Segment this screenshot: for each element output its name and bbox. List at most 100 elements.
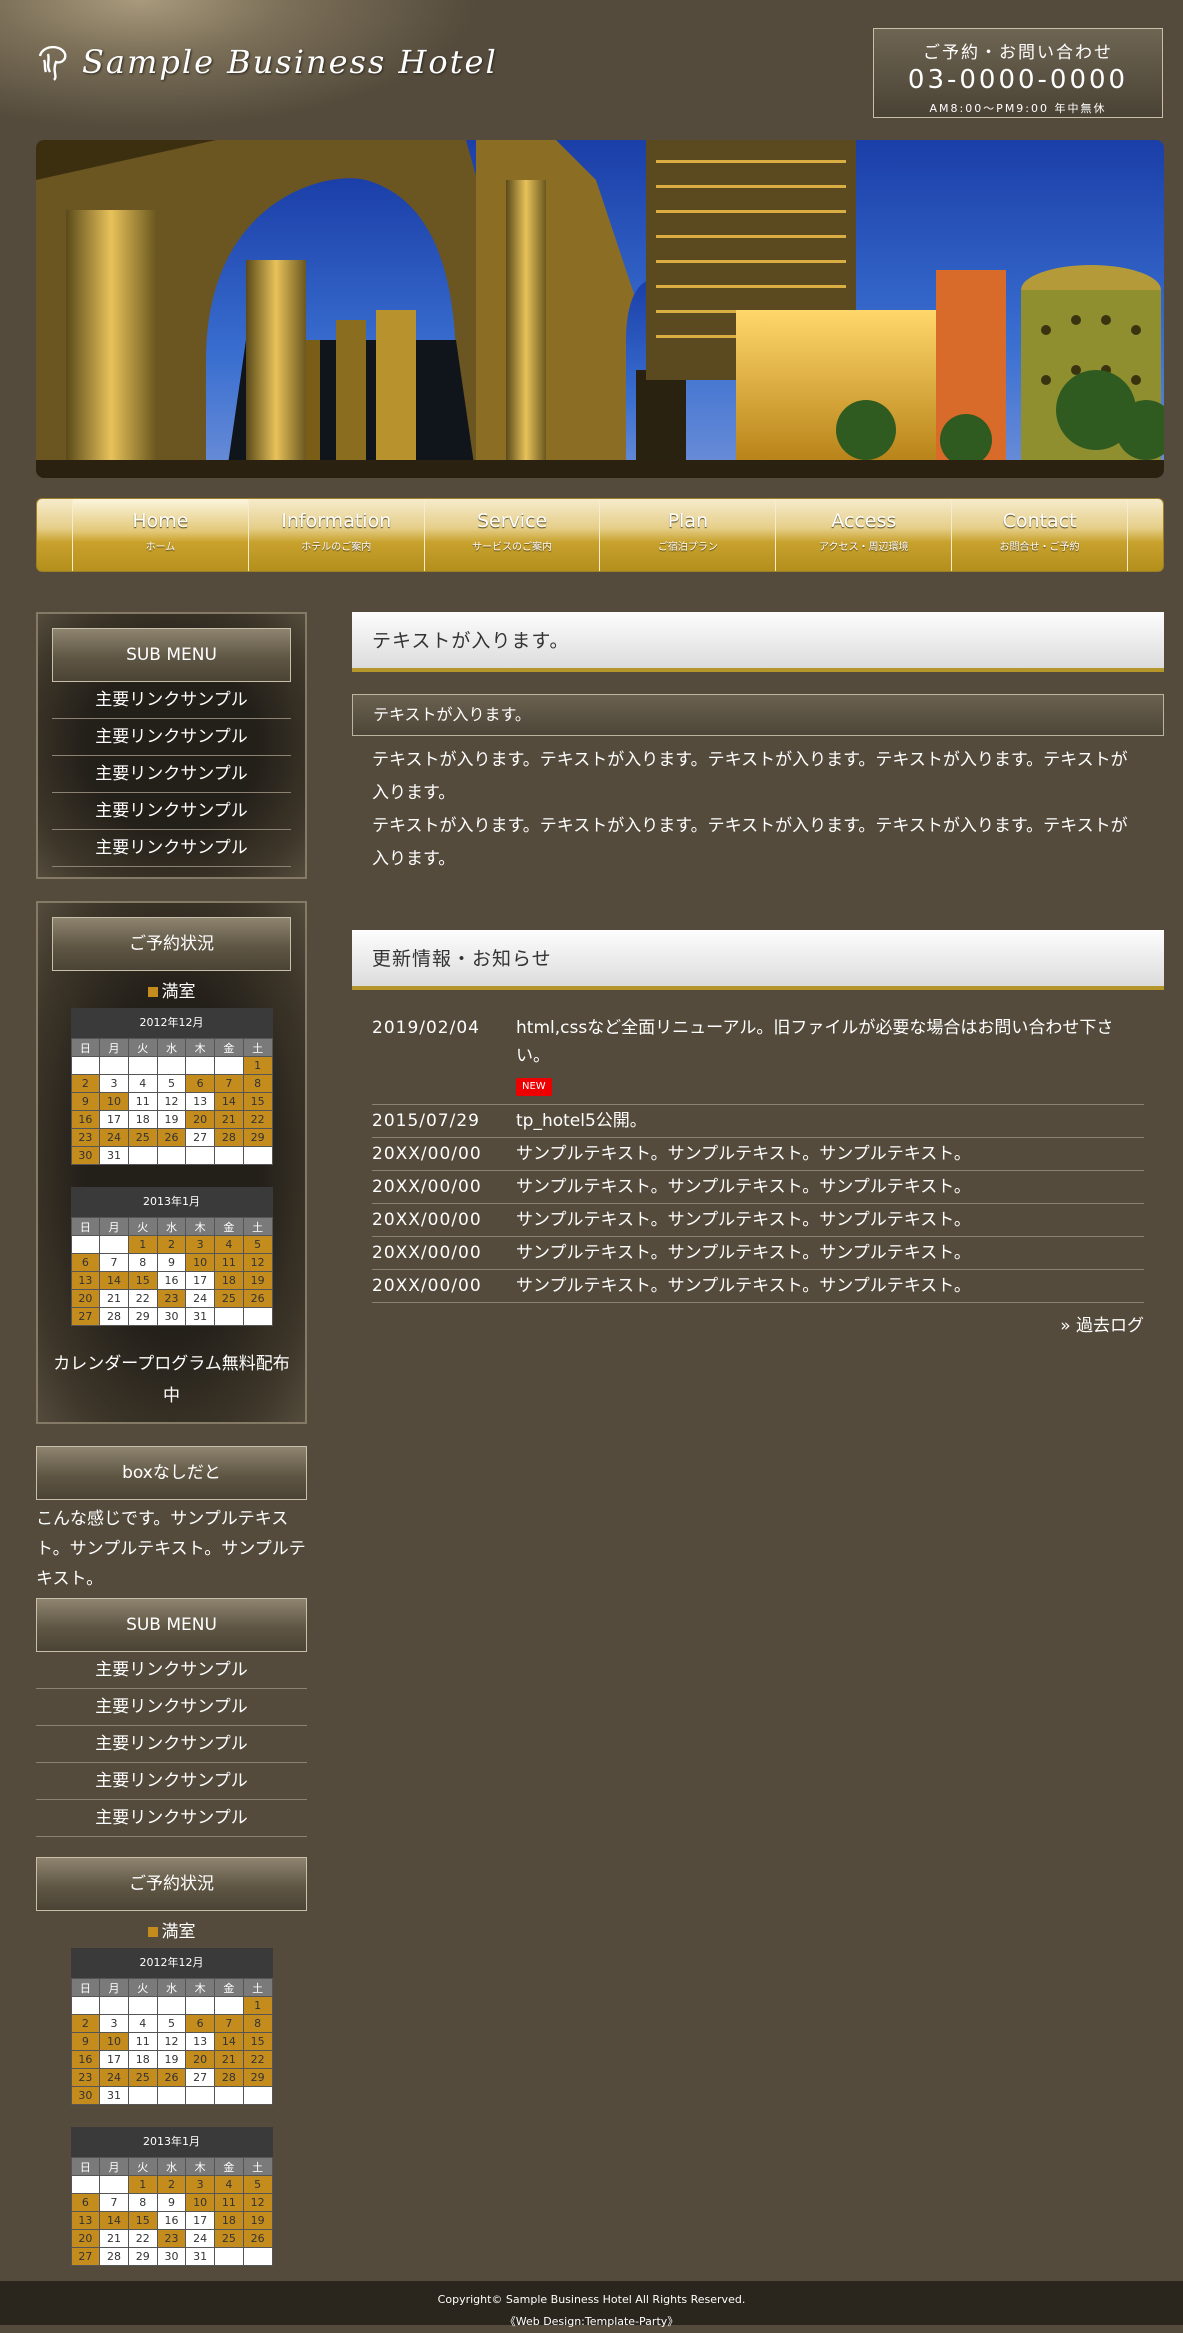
news-list: 2019/02/04 html,cssなど全面リニューアル。旧ファイルが必要な場…	[352, 990, 1164, 1303]
calendar-day: 13	[70, 1271, 101, 1290]
submenu-item[interactable]: 主要リンクサンプル	[52, 756, 291, 793]
submenu-list-2: 主要リンクサンプル 主要リンクサンプル 主要リンクサンプル 主要リンクサンプル …	[36, 1652, 307, 1837]
calendar-weekday: 水	[156, 1978, 187, 1997]
calendar-weekday: 木	[185, 1038, 216, 1057]
calendar-day: 30	[156, 2247, 187, 2266]
calendar-day: 28	[214, 2068, 244, 2087]
news-item: 20XX/00/00 サンプルテキスト。サンプルテキスト。サンプルテキスト。	[372, 1138, 1144, 1171]
nav-information[interactable]: Information ホテルのご案内	[247, 499, 424, 571]
calendar-day: 28	[99, 2247, 129, 2266]
submenu-item[interactable]: 主要リンクサンプル	[52, 793, 291, 830]
calendar-day: 26	[242, 1289, 273, 1308]
submenu-item[interactable]: 主要リンクサンプル	[36, 1800, 307, 1837]
sidebar: SUB MENU 主要リンクサンプル 主要リンクサンプル 主要リンクサンプル 主…	[36, 612, 307, 2288]
calendar-day: 24	[99, 1128, 129, 1147]
global-nav: Home ホーム Information ホテルのご案内 Service サービ…	[36, 498, 1164, 572]
calendar-day	[156, 1056, 187, 1075]
calendar-day: 6	[185, 1074, 216, 1093]
calendar-day	[214, 1996, 244, 2015]
nav-home-label: Home	[132, 510, 189, 532]
calendar-program-link[interactable]: カレンダープログラム無料配布中	[52, 1348, 291, 1412]
calendar-december-2: 2012年12月日月火水木金土 1 2 3 4 5 6 7 8 9 10 11 12 13 14 15 16 17…	[36, 1948, 307, 2105]
nav-service[interactable]: Service サービスのご案内	[423, 499, 600, 571]
calendar-weekday: 土	[242, 1038, 273, 1057]
calendar-day: 21	[214, 2050, 244, 2069]
calendar-day	[185, 1996, 216, 2015]
calendar-day: 15	[242, 1092, 273, 1111]
sub-heading: テキストが入ります。	[352, 694, 1164, 736]
logo-text: Sample Business Hotel	[82, 43, 498, 81]
calendar-day	[99, 2175, 129, 2194]
calendar-day	[70, 1235, 101, 1254]
calendar-day	[99, 1056, 129, 1075]
calendar-day	[185, 1146, 216, 1165]
nav-access[interactable]: Access アクセス・周辺環境	[775, 499, 951, 571]
paragraph-line-2: テキストが入ります。テキストが入ります。テキストが入ります。テキストが入ります。…	[372, 816, 1128, 869]
calendar-day: 10	[99, 2032, 129, 2051]
calendar-day	[70, 1056, 101, 1075]
calendar-day: 8	[127, 1253, 158, 1272]
calendar-day: 7	[99, 1253, 129, 1272]
calendar-day: 10	[185, 1253, 216, 1272]
nav-contact[interactable]: Contact お問合せ・ご予約	[951, 499, 1128, 571]
calendar-caption: 2012年12月	[70, 1008, 273, 1038]
calendar-day: 5	[156, 2014, 187, 2033]
news-date: 2019/02/04	[372, 1018, 480, 1038]
calendar-day: 11	[214, 2193, 244, 2212]
calendar-day	[127, 1056, 158, 1075]
calendar-day: 7	[214, 2014, 244, 2033]
calendar-day: 27	[185, 1128, 216, 1147]
calendar-day: 2	[70, 2014, 101, 2033]
copyright: Copyright© Sample Business Hotel All Rig…	[437, 2293, 746, 2306]
calendar-day: 14	[99, 1271, 129, 1290]
calendar-day: 2	[156, 1235, 187, 1254]
nav-home[interactable]: Home ホーム	[72, 499, 248, 571]
calendar-day: 29	[242, 1128, 273, 1147]
calendar-day: 30	[70, 1146, 101, 1165]
calendar-weekday: 日	[70, 2157, 101, 2176]
submenu-title: SUB MENU	[52, 628, 291, 682]
calendar-weekday: 月	[99, 2157, 129, 2176]
calendar-day: 27	[70, 1307, 101, 1326]
calendar-day: 21	[214, 1110, 244, 1129]
calendar-day	[214, 2247, 244, 2266]
calendar-day	[242, 2247, 273, 2266]
submenu-item[interactable]: 主要リンクサンプル	[52, 719, 291, 756]
calendar-day: 29	[127, 1307, 158, 1326]
calendar-day	[70, 1996, 101, 2015]
past-log-link[interactable]: 過去ログ	[1076, 1316, 1144, 1336]
calendar-link[interactable]: カレンダープログラム無料配布中	[53, 1354, 289, 1406]
nav-plan-label: Plan	[667, 510, 709, 532]
contact-hours: AM8:00～PM9:00 年中無休	[929, 102, 1107, 115]
design-credit[interactable]: 《Web Design:Template-Party》	[0, 2311, 1183, 2333]
calendar-day: 15	[242, 2032, 273, 2051]
contact-label: ご予約・お問い合わせ	[923, 43, 1113, 63]
submenu-item[interactable]: 主要リンクサンプル	[36, 1689, 307, 1726]
calendar-day	[99, 1235, 129, 1254]
calendar-day: 20	[185, 2050, 216, 2069]
calendar-day: 1	[127, 1235, 158, 1254]
calendar-day: 14	[214, 2032, 244, 2051]
calendar-day: 11	[127, 2032, 158, 2051]
site-logo[interactable]: Sample Business Hotel	[36, 42, 498, 82]
calendar-weekday: 月	[99, 1217, 129, 1236]
submenu-item[interactable]: 主要リンクサンプル	[36, 1763, 307, 1800]
calendar-day: 6	[185, 2014, 216, 2033]
calendar-day: 1	[242, 1056, 273, 1075]
contact-box[interactable]: ご予約・お問い合わせ 03-0000-0000 AM8:00～PM9:00 年中…	[873, 28, 1163, 118]
calendar-day: 17	[185, 2211, 216, 2230]
calendar-day: 23	[156, 1289, 187, 1308]
calendar-day: 10	[185, 2193, 216, 2212]
submenu-item[interactable]: 主要リンクサンプル	[36, 1726, 307, 1763]
calendar-weekday: 木	[185, 2157, 216, 2176]
nav-plan[interactable]: Plan ご宿泊プラン	[599, 499, 775, 571]
submenu-item[interactable]: 主要リンクサンプル	[36, 1652, 307, 1689]
calendar-day: 30	[70, 2086, 101, 2105]
calendar-caption: 2012年12月	[70, 1948, 273, 1978]
calendar-day: 24	[99, 2068, 129, 2087]
calendar-day: 15	[127, 1271, 158, 1290]
calendar-day: 12	[156, 1092, 187, 1111]
submenu-item[interactable]: 主要リンクサンプル	[52, 830, 291, 867]
submenu-item[interactable]: 主要リンクサンプル	[52, 682, 291, 719]
calendar-caption: 2013年1月	[70, 2127, 273, 2157]
